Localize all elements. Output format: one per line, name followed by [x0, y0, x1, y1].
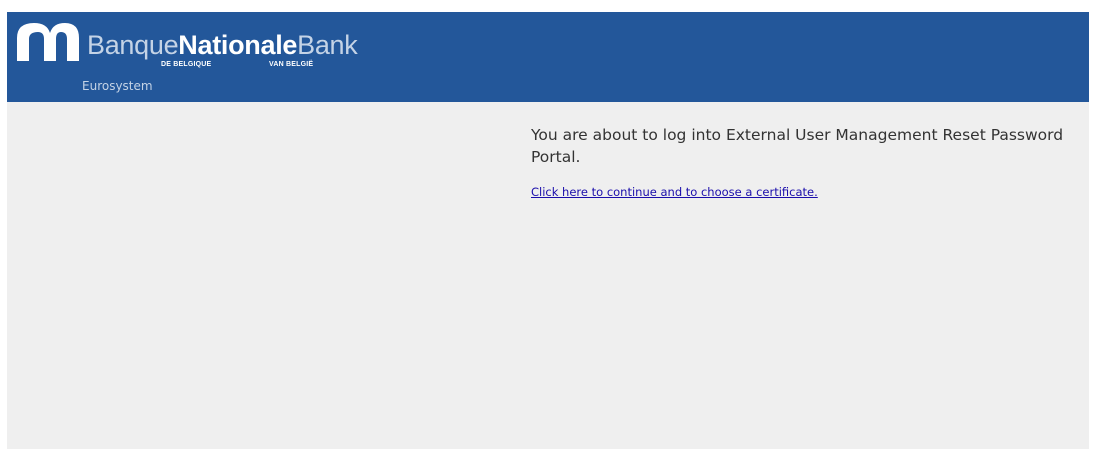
eurosystem-label: Eurosystem: [82, 79, 153, 93]
wordmark-nationale: Nationale: [178, 30, 298, 60]
bank-wordmark: BanqueNationaleBank: [87, 28, 358, 62]
wordmark-subtitle-fr: DE BELGIQUE: [161, 61, 212, 68]
wordmark-banque: Banque: [87, 30, 179, 60]
wordmark-subtitle-nl: VAN BELGIË: [269, 61, 314, 68]
wordmark-bank: Bank: [297, 30, 358, 60]
choose-certificate-link[interactable]: Click here to continue and to choose a c…: [531, 185, 818, 199]
page-frame: BanqueNationaleBank DE BELGIQUE VAN BELG…: [7, 12, 1089, 449]
site-header: BanqueNationaleBank DE BELGIQUE VAN BELG…: [7, 12, 1089, 102]
login-message: You are about to log into External User …: [531, 126, 1064, 166]
login-content: You are about to log into External User …: [531, 124, 1079, 200]
nbb-arch-logo-icon: [17, 23, 79, 61]
